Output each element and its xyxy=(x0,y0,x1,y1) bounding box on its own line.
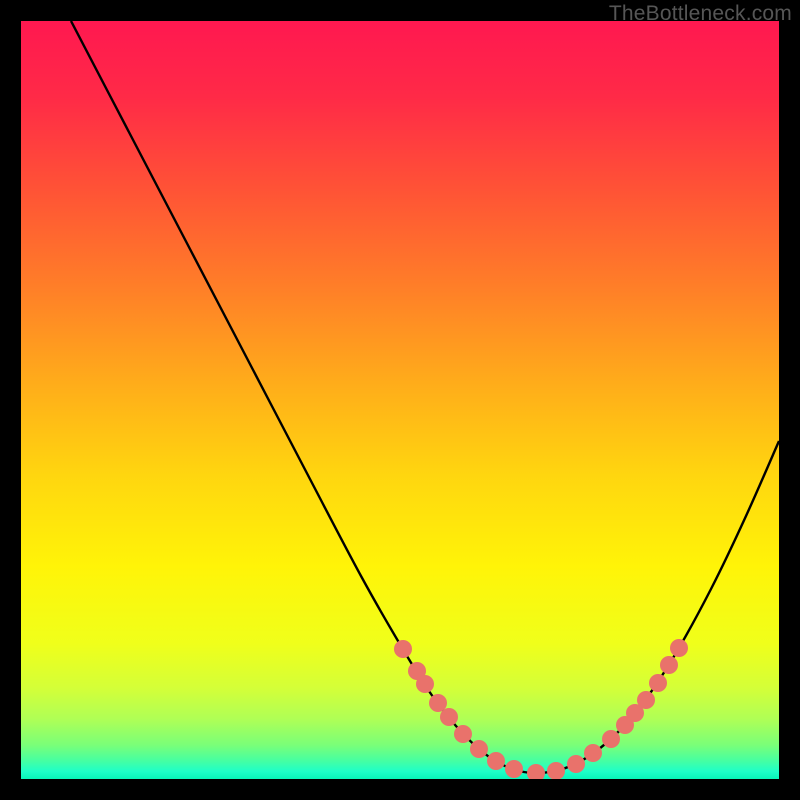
data-dot xyxy=(487,752,505,770)
watermark-text: TheBottleneck.com xyxy=(609,2,792,26)
data-dot xyxy=(602,730,620,748)
data-dot xyxy=(454,725,472,743)
data-dot xyxy=(649,674,667,692)
data-dot xyxy=(660,656,678,674)
data-dot xyxy=(470,740,488,758)
data-dot xyxy=(505,760,523,778)
chart-svg xyxy=(21,21,779,779)
data-dot xyxy=(429,694,447,712)
data-dot xyxy=(637,691,655,709)
data-dot xyxy=(670,639,688,657)
data-dot xyxy=(416,675,434,693)
data-dot xyxy=(394,640,412,658)
data-dot xyxy=(584,744,602,762)
data-dot xyxy=(440,708,458,726)
data-dot xyxy=(567,755,585,773)
